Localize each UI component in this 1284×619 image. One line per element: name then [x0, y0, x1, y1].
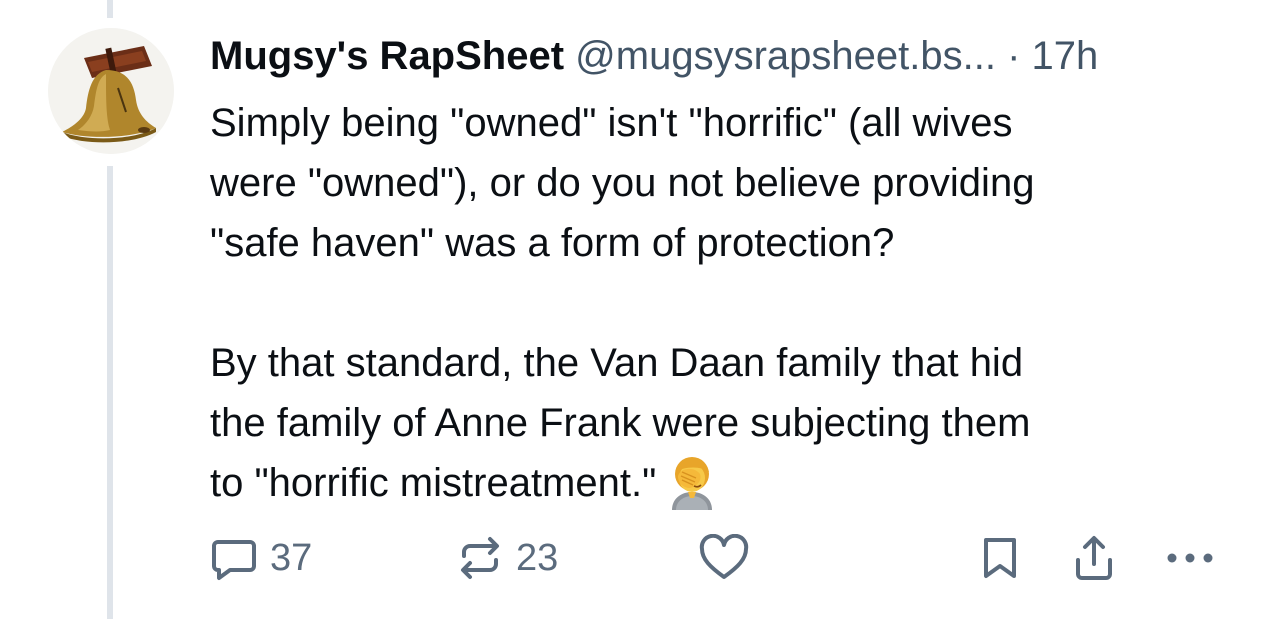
bookmark-icon: [984, 538, 1016, 578]
bookmark-button[interactable]: [980, 530, 1020, 586]
liberty-bell-icon: [48, 28, 174, 154]
heart-icon: [699, 534, 749, 579]
repost-count: 23: [516, 536, 559, 579]
facepalm-emoji-icon: [664, 454, 720, 510]
post-actions: 37 23: [210, 530, 1230, 586]
reply-icon: [212, 540, 256, 580]
like-button[interactable]: [698, 530, 750, 586]
post-timestamp[interactable]: 17h: [1032, 34, 1099, 78]
post-paragraph-2-text: By that standard, the Van Daan family th…: [210, 341, 1031, 505]
share-button[interactable]: [1072, 530, 1116, 586]
repost-icon: [461, 537, 499, 579]
reply-button[interactable]: 37: [210, 530, 312, 586]
post-paragraph-1: Simply being "owned" isn't "horrific" (a…: [210, 101, 1035, 265]
post-header: Mugsy's RapSheet @mugsysrapsheet.bs... ·…: [210, 30, 1250, 82]
author-handle[interactable]: @mugsysrapsheet.bs...: [575, 34, 996, 78]
avatar[interactable]: [48, 28, 174, 154]
author-display-name[interactable]: Mugsy's RapSheet: [210, 34, 564, 78]
more-icon: [1167, 553, 1213, 563]
post-paragraph-2: By that standard, the Van Daan family th…: [210, 333, 1250, 513]
reply-count: 37: [270, 536, 313, 579]
thread-line: [107, 166, 113, 619]
thread-line-top: [107, 0, 113, 18]
more-options-button[interactable]: [1162, 530, 1218, 586]
separator-dot: ·: [1007, 34, 1021, 78]
share-icon: [1076, 536, 1112, 580]
post-body: Simply being "owned" isn't "horrific" (a…: [210, 93, 1250, 513]
repost-button[interactable]: 23: [456, 530, 558, 586]
